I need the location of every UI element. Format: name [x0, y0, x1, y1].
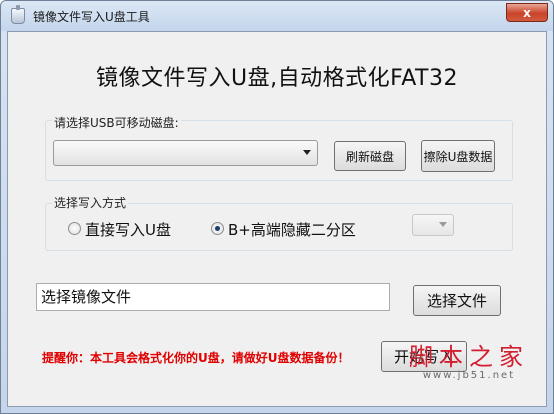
radio-hidden-partition-label[interactable]: B+高端隐藏二分区 [228, 219, 356, 240]
window-title: 镜像文件写入U盘工具 [33, 10, 150, 24]
watermark-logo: 脚本之家 [409, 343, 529, 371]
choose-file-button[interactable]: 选择文件 [413, 285, 501, 316]
usb-disk-select[interactable] [53, 140, 318, 166]
close-button[interactable]: x [506, 3, 548, 22]
image-path-field[interactable]: 选择镜像文件 [36, 283, 390, 311]
radio-hidden-partition[interactable] [211, 222, 224, 235]
usb-drive-icon [11, 5, 25, 24]
chevron-down-icon [303, 150, 311, 155]
partition-option-select[interactable] [412, 214, 454, 236]
warning-text: 提醒你：本工具会格式化你的U盘，请做好U盘数据备份！ [42, 351, 350, 365]
chevron-down-icon [439, 222, 447, 227]
page-title: 镜像文件写入U盘,自动格式化FAT32 [95, 66, 458, 91]
radio-direct-write[interactable] [68, 222, 81, 235]
watermark-url: www.jb51.net [422, 370, 516, 381]
title-bar[interactable]: 镜像文件写入U盘工具 x [1, 1, 553, 31]
write-mode-group-label: 选择写入方式 [52, 194, 129, 211]
erase-usb-button[interactable]: 擦除U盘数据 [421, 140, 495, 172]
radio-direct-write-label[interactable]: 直接写入U盘 [85, 219, 171, 240]
app-window: 镜像文件写入U盘工具 x 镜像文件写入U盘,自动格式化FAT32 请选择USB可… [0, 0, 554, 414]
refresh-disk-button[interactable]: 刷新磁盘 [334, 141, 406, 171]
watermark: 脚本之家 www.jb51.net [409, 337, 529, 381]
usb-group-label: 请选择USB可移动磁盘: [52, 114, 181, 131]
